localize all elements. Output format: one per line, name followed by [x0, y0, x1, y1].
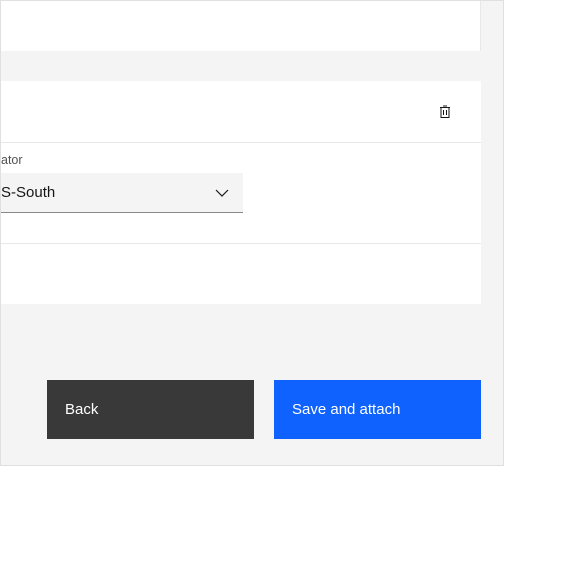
chevron-down-icon [215, 189, 229, 197]
header-row [1, 81, 481, 143]
spacer [1, 244, 481, 304]
button-row: Back Save and attach [47, 380, 481, 439]
dropdown-value: S-South [1, 184, 55, 201]
modal-panel: ator S-South Back Save and attach [0, 0, 504, 466]
save-attach-button[interactable]: Save and attach [274, 380, 481, 439]
form-section: ator S-South [1, 143, 481, 244]
main-block: ator S-South [1, 81, 481, 304]
trash-icon[interactable] [437, 104, 453, 120]
top-block [1, 1, 481, 51]
field-label: ator [1, 153, 481, 167]
back-button[interactable]: Back [47, 380, 254, 439]
region-dropdown[interactable]: S-South [1, 173, 243, 213]
